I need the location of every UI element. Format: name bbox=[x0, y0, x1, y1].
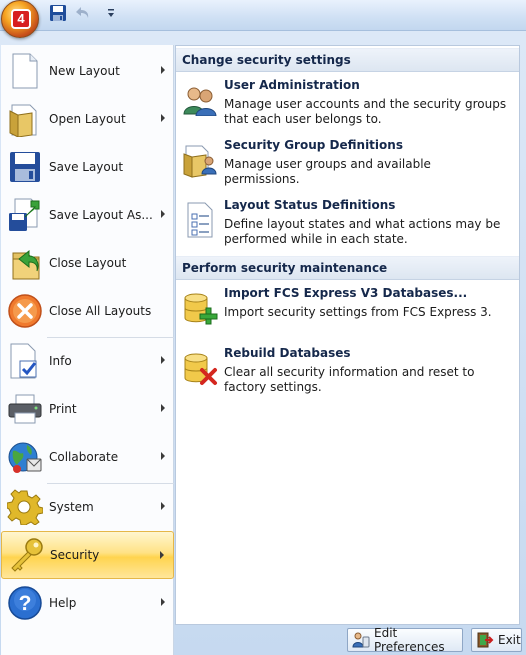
entry-title: Rebuild Databases bbox=[224, 346, 351, 360]
save-icon[interactable] bbox=[48, 4, 68, 22]
user-administration-item[interactable]: User Administration Manage user accounts… bbox=[176, 76, 519, 132]
exit-button[interactable]: Exit bbox=[471, 628, 522, 652]
entry-description: Clear all security information and reset… bbox=[224, 365, 475, 394]
users-icon bbox=[180, 80, 220, 120]
menu-item-label: Info bbox=[49, 354, 72, 368]
submenu-arrow-icon bbox=[161, 502, 165, 510]
exit-label: Exit bbox=[498, 633, 521, 647]
title-bar bbox=[0, 0, 526, 30]
entry-title: User Administration bbox=[224, 78, 360, 92]
menu-item-label: Save Layout bbox=[49, 160, 124, 174]
preferences-icon bbox=[352, 631, 370, 649]
checklist-icon bbox=[180, 200, 220, 240]
entry-description: Import security settings from FCS Expres… bbox=[224, 305, 492, 319]
menu-item-security[interactable]: Security bbox=[1, 531, 174, 579]
floppy-disk-icon bbox=[5, 147, 45, 187]
gear-icon bbox=[5, 487, 45, 527]
entry-description: Define layout states and what actions ma… bbox=[224, 217, 501, 246]
key-icon bbox=[6, 535, 46, 575]
entry-description: Manage user groups and available permiss… bbox=[224, 157, 431, 186]
import-fcs-express-v3-databases-item[interactable]: Import FCS Express V3 Databases... Impor… bbox=[176, 284, 519, 340]
submenu-arrow-icon bbox=[161, 66, 165, 74]
database-delete-icon bbox=[180, 348, 220, 388]
menu-command-list: New Layout Open Layout Save Layout Save … bbox=[1, 45, 174, 655]
submenu-arrow-icon bbox=[161, 404, 165, 412]
menu-item-label: Security bbox=[50, 548, 100, 562]
menu-item-open-layout[interactable]: Open Layout bbox=[1, 95, 174, 143]
entry-description: Manage user accounts and the security gr… bbox=[224, 97, 507, 126]
application-menu-button[interactable]: 4 bbox=[1, 0, 39, 38]
exit-icon bbox=[476, 631, 494, 649]
close-all-icon bbox=[5, 291, 45, 331]
menu-item-save-layout-as[interactable]: Save Layout As... bbox=[1, 191, 174, 239]
edit-preferences-label: Edit Preferences bbox=[374, 626, 445, 654]
menu-item-label: Close Layout bbox=[49, 256, 127, 270]
edit-preferences-button[interactable]: Edit Preferences bbox=[347, 626, 463, 654]
menu-item-info[interactable]: Info bbox=[1, 337, 174, 385]
group-folder-icon bbox=[180, 140, 220, 180]
menu-item-save-layout[interactable]: Save Layout bbox=[1, 143, 174, 191]
layout-status-definitions-item[interactable]: Layout Status Definitions Define layout … bbox=[176, 196, 519, 252]
menu-item-print[interactable]: Print bbox=[1, 385, 174, 433]
entry-title: Layout Status Definitions bbox=[224, 198, 396, 212]
menu-item-label: Open Layout bbox=[49, 112, 126, 126]
close-layout-icon bbox=[5, 243, 45, 283]
submenu-arrow-icon bbox=[161, 452, 165, 460]
menu-item-label: Close All Layouts bbox=[49, 304, 152, 318]
printer-icon bbox=[5, 389, 45, 429]
collaborate-icon bbox=[5, 437, 45, 477]
save-as-icon bbox=[5, 195, 45, 235]
application-menu: New Layout Open Layout Save Layout Save … bbox=[0, 30, 526, 655]
database-add-icon bbox=[180, 288, 220, 328]
entry-title: Security Group Definitions bbox=[224, 138, 403, 152]
menu-item-system[interactable]: System bbox=[1, 483, 174, 531]
rebuild-databases-item[interactable]: Rebuild Databases Clear all security inf… bbox=[176, 344, 519, 400]
info-icon bbox=[5, 341, 45, 381]
menu-item-close-layout[interactable]: Close Layout bbox=[1, 239, 174, 287]
app-logo-badge: 4 bbox=[11, 9, 31, 29]
submenu-arrow-icon bbox=[161, 356, 165, 364]
menu-item-collaborate[interactable]: Collaborate bbox=[1, 433, 174, 481]
customize-qat-icon[interactable] bbox=[106, 6, 116, 20]
security-submenu-panel: Change security settings User Administra… bbox=[175, 45, 520, 625]
menu-item-label: Help bbox=[49, 596, 77, 610]
menu-item-label: Collaborate bbox=[49, 450, 119, 464]
menu-item-new-layout[interactable]: New Layout bbox=[1, 47, 174, 95]
menu-item-label: Save Layout As... bbox=[49, 208, 153, 222]
help-icon: ? bbox=[5, 583, 45, 623]
submenu-arrow-icon bbox=[160, 551, 164, 559]
submenu-arrow-icon bbox=[161, 210, 165, 218]
section-header-security-maintenance: Perform security maintenance bbox=[176, 256, 519, 280]
menu-item-label: Print bbox=[49, 402, 77, 416]
submenu-arrow-icon bbox=[161, 598, 165, 606]
menu-item-help[interactable]: ? Help bbox=[1, 579, 174, 627]
submenu-arrow-icon bbox=[161, 114, 165, 122]
open-folder-icon bbox=[5, 99, 45, 139]
new-document-icon bbox=[5, 51, 45, 91]
security-group-definitions-item[interactable]: Security Group Definitions Manage user g… bbox=[176, 136, 519, 192]
undo-icon[interactable] bbox=[72, 4, 92, 22]
menu-item-close-all-layouts[interactable]: Close All Layouts bbox=[1, 287, 174, 335]
menu-item-label: System bbox=[49, 500, 94, 514]
section-header-change-security: Change security settings bbox=[176, 48, 519, 72]
entry-title: Import FCS Express V3 Databases... bbox=[224, 286, 468, 300]
svg-text:?: ? bbox=[19, 592, 32, 615]
menu-item-label: New Layout bbox=[49, 64, 120, 78]
